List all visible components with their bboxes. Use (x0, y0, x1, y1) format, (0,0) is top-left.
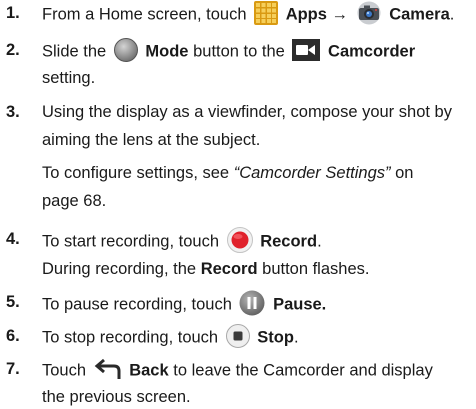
apps-grid-icon (254, 1, 279, 25)
arrow-symbol: → (331, 5, 349, 24)
step-text: Slide the (42, 42, 107, 61)
step-text: Touch (42, 361, 87, 380)
step-text: button to the (193, 42, 285, 61)
step-text: To configure settings, see (42, 164, 230, 182)
step-number: 3. (6, 103, 20, 121)
step-text: aiming the lens at the subject. (42, 131, 261, 149)
step-text: Using the display as a viewfinder, compo… (42, 103, 452, 121)
camcorder-label: Camcorder (328, 42, 416, 61)
camcorder-icon (292, 39, 321, 61)
apps-label: Apps (285, 5, 327, 24)
stop-label: Stop (257, 328, 294, 347)
step-number: 6. (6, 327, 20, 345)
step-text-end: . (449, 5, 455, 24)
step-number: 1. (6, 4, 20, 22)
cross-reference: “Camcorder Settings” (233, 164, 391, 182)
camera-icon (356, 1, 382, 25)
step-text-end: . (317, 232, 322, 251)
back-arrow-icon (94, 357, 122, 381)
step-text: page 68. (42, 192, 107, 210)
back-label: Back (129, 361, 169, 380)
step-text: to leave the Camcorder and display (173, 361, 433, 380)
mode-button-icon (113, 38, 138, 62)
record-icon (226, 227, 253, 253)
instruction-list: 1. From a Home screen, touch Apps → Came… (0, 0, 476, 409)
pause-label: Pause. (273, 295, 327, 314)
step-text-end: . (293, 328, 299, 347)
pause-icon (239, 290, 265, 316)
step-text: setting. (42, 69, 96, 87)
stop-icon (225, 324, 250, 348)
step-number: 2. (6, 41, 20, 59)
step-text: To stop recording, touch (42, 328, 219, 347)
step-number: 4. (6, 230, 20, 248)
record-label-inline: Record (200, 260, 258, 278)
step-text: on (395, 164, 414, 182)
step-number: 7. (6, 360, 20, 378)
step-text: During recording, the (42, 260, 197, 278)
step-number: 5. (6, 293, 20, 311)
step-text: From a Home screen, touch (42, 5, 247, 24)
camera-label: Camera (389, 5, 450, 24)
step-text: button flashes. (262, 260, 370, 278)
mode-label: Mode (145, 42, 189, 61)
record-label: Record (260, 232, 318, 251)
step-text: To start recording, touch (42, 232, 220, 251)
step-text: To pause recording, touch (42, 295, 232, 314)
step-text: the previous screen. (42, 388, 191, 406)
